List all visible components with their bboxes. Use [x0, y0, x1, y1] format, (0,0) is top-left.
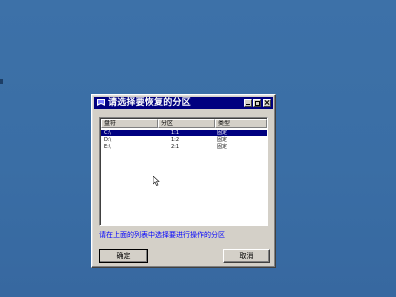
close-button[interactable] [263, 99, 271, 107]
app-icon [97, 99, 105, 106]
instruction-text: 请在上面的列表中选择要进行操作的分区 [99, 231, 225, 239]
column-header-drive[interactable]: 盘符 [101, 119, 158, 128]
minimize-button[interactable] [244, 99, 252, 107]
column-header-type[interactable]: 类型 [215, 119, 267, 128]
type-cell: 固定 [217, 144, 228, 150]
mouse-pointer-icon [153, 176, 160, 186]
window-title: 请选择要恢复的分区 [108, 98, 191, 108]
drive-cell: E:\ [104, 144, 111, 150]
partition-cell: 2:1 [171, 144, 180, 150]
drive-cell: C:\ [104, 130, 111, 136]
partition-cell: 1:2 [171, 137, 180, 143]
ok-button[interactable]: 确定 [99, 249, 148, 263]
list-header: 盘符 分区 类型 [101, 119, 267, 128]
maximize-button[interactable] [253, 99, 261, 107]
partition-list[interactable]: 盘符 分区 类型 C:\ 1:1 固定 D:\ 1:2 固定 E:\ 2:1 固… [99, 117, 268, 226]
type-cell: 固定 [217, 130, 228, 136]
list-row[interactable]: D:\ 1:2 固定 [101, 137, 267, 143]
desktop-edge-mark [0, 79, 3, 84]
list-row[interactable]: C:\ 1:1 固定 [101, 130, 267, 136]
cancel-button[interactable]: 取消 [223, 249, 270, 263]
title-bar[interactable]: 请选择要恢复的分区 [94, 97, 273, 109]
drive-cell: D:\ [104, 137, 112, 143]
partition-cell: 1:1 [171, 130, 180, 136]
type-cell: 固定 [217, 137, 228, 143]
list-row[interactable]: E:\ 2:1 固定 [101, 144, 267, 150]
select-partition-dialog: 请选择要恢复的分区 盘符 分区 类型 C:\ 1:1 固定 D:\ 1:2 固定… [91, 94, 276, 268]
column-header-partition[interactable]: 分区 [158, 119, 215, 128]
